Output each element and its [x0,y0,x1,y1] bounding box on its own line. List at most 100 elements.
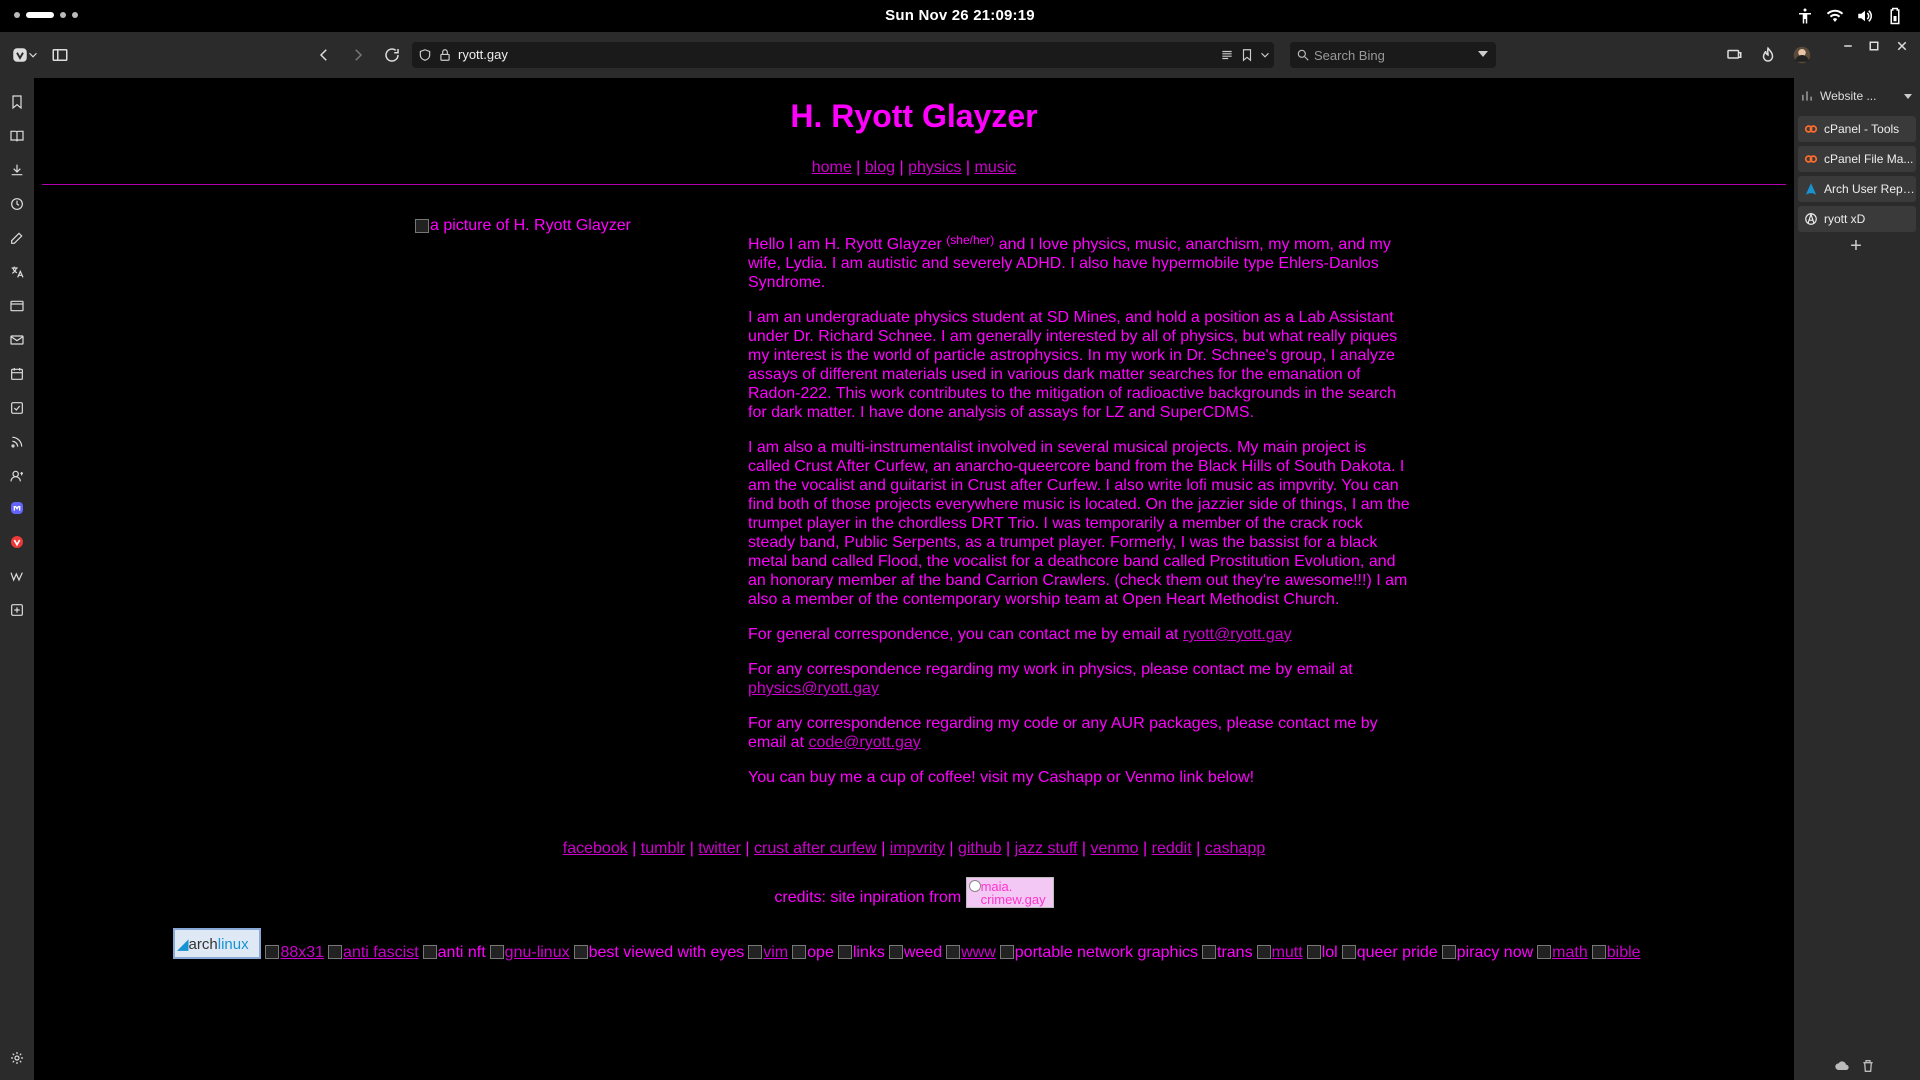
bio-section: Hello I am H. Ryott Glayzer (she/her) an… [748,233,1412,803]
extension-icon[interactable] [1722,43,1746,67]
bookmark-icon[interactable] [1238,46,1256,64]
badge-88x31[interactable]: 88x31 [265,944,324,961]
mail-icon[interactable] [7,330,27,350]
cpanel-icon [1804,122,1818,136]
broken-image-icon [1441,945,1456,959]
tasks-icon[interactable] [7,398,27,418]
venmo-link[interactable]: venmo [1091,840,1139,857]
wifi-icon[interactable] [1826,7,1844,30]
badge-www[interactable]: www [946,944,996,961]
twitter-link[interactable]: twitter [698,840,741,857]
github-link[interactable]: github [958,840,1002,857]
badge-alt-text: math [1552,944,1588,961]
mastodon-icon[interactable] [7,498,27,518]
system-tray[interactable] [1796,7,1904,30]
trash-icon[interactable] [1860,1058,1876,1074]
broken-image-icon [1537,945,1552,959]
address-bar[interactable]: ryott.gay [412,42,1274,68]
back-icon[interactable] [312,43,336,67]
badge-gnu-linux[interactable]: gnu-linux [489,944,570,961]
search-engine-dropdown[interactable] [1478,51,1488,57]
broken-image-icon [946,945,961,959]
window-panel-icon[interactable] [7,296,27,316]
accessibility-icon[interactable] [1796,7,1814,30]
shield-icon[interactable] [416,46,434,64]
chevron-down-icon[interactable] [26,43,40,67]
badge-mutt[interactable]: mutt [1256,944,1303,961]
battery-icon[interactable] [1886,7,1904,30]
nav-music-link[interactable]: music [975,159,1017,176]
system-top-bar: Sun Nov 26 21:09:19 [0,0,1920,32]
badge-bible[interactable]: bible [1591,944,1641,961]
maia-button-text: maia. crimew.gay [980,879,1046,907]
broken-image-icon [1202,945,1216,959]
search-icon [1296,48,1310,62]
impvrity-link[interactable]: impvrity [890,840,945,857]
clock[interactable]: Sun Nov 26 21:09:19 [0,7,1920,24]
contacts-icon[interactable] [7,466,27,486]
panel-item-cpanel-file-manager[interactable]: cPanel File Ma... [1798,146,1916,172]
panel-item-arch-user-repository[interactable]: Arch User Repo... [1798,176,1916,202]
search-box[interactable] [1290,42,1496,68]
cloud-sync-icon[interactable] [1834,1058,1850,1074]
general-email-link[interactable]: ryott@ryott.gay [1183,626,1292,643]
translate-icon[interactable] [7,262,27,282]
jazz-stuff-link[interactable]: jazz stuff [1015,840,1078,857]
nav-home-link[interactable]: home [812,159,852,176]
panel-item-ryott[interactable]: ryott xD [1798,206,1916,232]
search-input[interactable] [1314,45,1474,65]
history-icon[interactable] [7,194,27,214]
badge-alt-text: anti nft [437,944,486,961]
physics-email-link[interactable]: physics@ryott.gay [748,680,879,697]
downloads-icon[interactable] [7,160,27,180]
settings-gear-icon[interactable] [7,1048,27,1068]
maia-crimew-button[interactable]: maia. crimew.gay [965,877,1054,908]
badge-alt-text: www [961,944,996,961]
reddit-link[interactable]: reddit [1152,840,1192,857]
badge-anti-fascist[interactable]: anti fascist [328,944,419,961]
fire-extension-icon[interactable] [1756,43,1780,67]
close-icon[interactable] [1890,34,1914,58]
reading-list-icon[interactable] [7,126,27,146]
tumblr-link[interactable]: tumblr [641,840,685,857]
bookmarks-panel-icon[interactable] [7,92,27,112]
badge-vim[interactable]: vim [748,944,788,961]
notes-icon[interactable] [7,228,27,248]
facebook-link[interactable]: facebook [563,840,628,857]
vivaldi-icon[interactable] [7,532,27,552]
lock-icon[interactable] [436,46,454,64]
feeds-icon[interactable] [7,432,27,452]
panel-toggle-icon[interactable] [48,43,72,67]
bar-chart-icon [1800,89,1814,103]
nav-separator: | [856,159,861,176]
wikipedia-icon[interactable] [7,566,27,586]
broken-image-icon [1591,945,1606,959]
nav-physics-link[interactable]: physics [908,159,961,176]
reload-icon[interactable] [380,43,404,67]
reader-view-icon[interactable] [1218,46,1236,64]
forward-icon[interactable] [346,43,370,67]
anarchy-icon [1804,212,1818,226]
cashapp-link[interactable]: cashapp [1205,840,1266,857]
site-nav: home | blog | physics | music [34,158,1794,177]
panel-item-cpanel-tools[interactable]: cPanel - Tools [1798,116,1916,142]
badge-math[interactable]: math [1537,944,1588,961]
profile-avatar[interactable] [1790,43,1814,67]
divider [42,184,1786,185]
add-panel-button[interactable]: + [1846,235,1866,258]
badge-trans: trans [1202,944,1253,961]
crust-after-curfew-link[interactable]: crust after curfew [754,840,877,857]
pronouns: (she/her) [946,233,995,247]
panel-header-dropdown[interactable]: Website ... [1800,84,1916,108]
url-text[interactable]: ryott.gay [458,47,508,62]
nav-blog-link[interactable]: blog [865,159,895,176]
add-panel-icon[interactable] [7,600,27,620]
code-email-link[interactable]: code@ryott.gay [808,734,920,751]
badge-alt-text: gnu-linux [504,944,570,961]
calendar-icon[interactable] [7,364,27,384]
minimize-icon[interactable] [1836,34,1860,58]
maximize-icon[interactable] [1862,34,1886,58]
chevron-down-icon[interactable] [1256,46,1274,64]
archlinux-badge[interactable]: ◢archlinux [173,928,261,959]
volume-icon[interactable] [1856,7,1874,30]
